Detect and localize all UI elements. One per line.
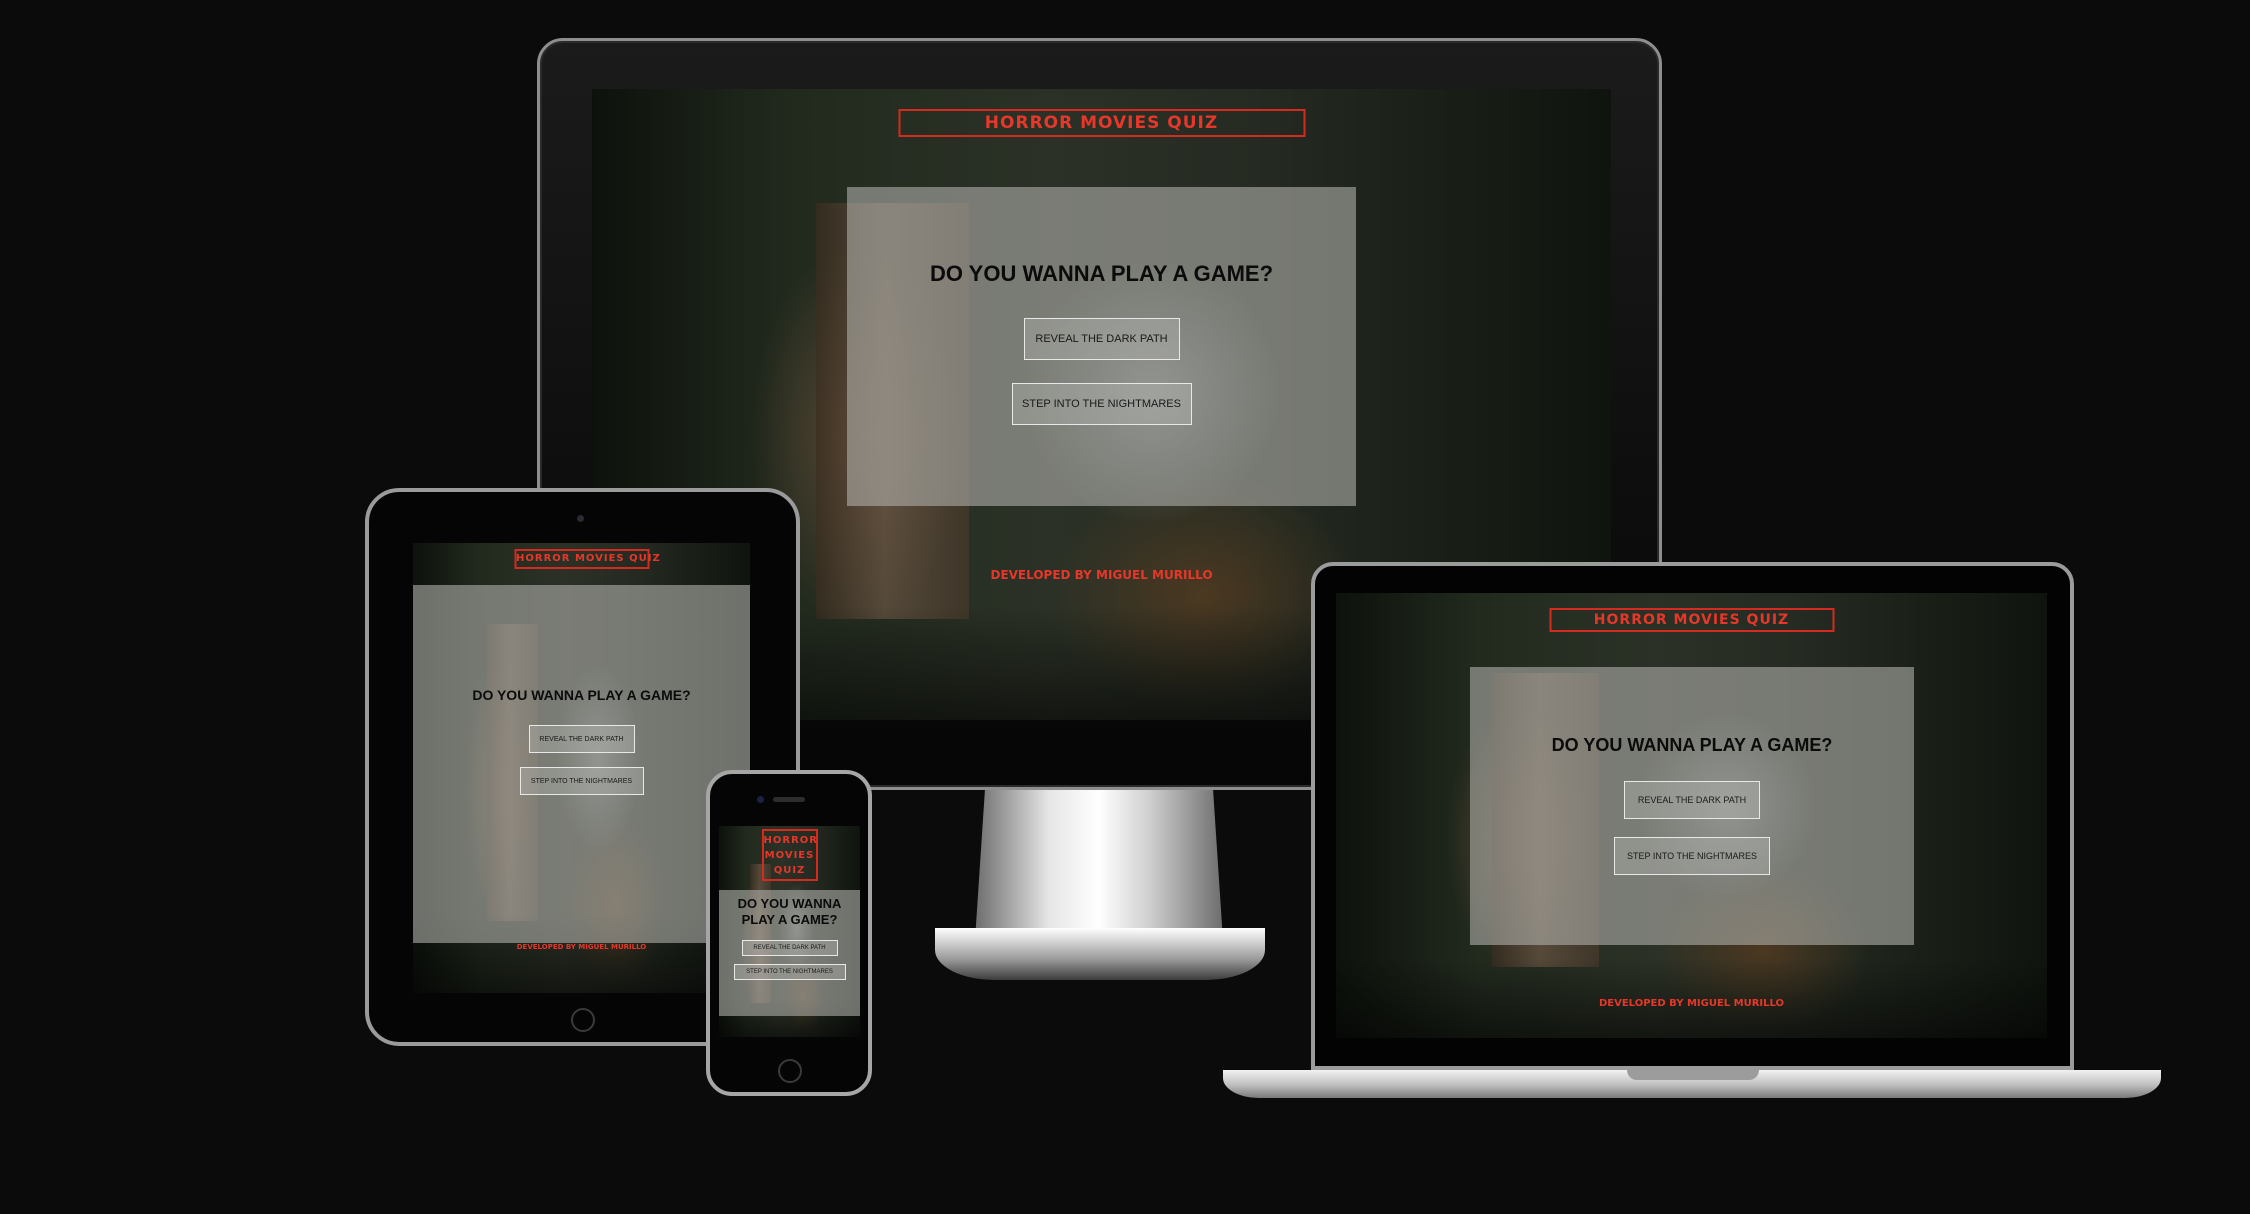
laptop-notch <box>1627 1070 1759 1080</box>
reveal-dark-path-button[interactable]: REVEAL THE DARK PATH <box>1624 781 1760 819</box>
footer-credit: DEVELOPED BY MIGUEL MURILLO <box>516 943 647 951</box>
camera-icon <box>577 515 584 522</box>
step-into-nightmares-button[interactable]: STEP INTO THE NIGHTMARES <box>1614 837 1770 875</box>
step-into-nightmares-button[interactable]: STEP INTO THE NIGHTMARES <box>1011 383 1192 425</box>
quiz-heading: DO YOU WANNA PLAY A GAME? <box>1551 735 1833 755</box>
quiz-heading: DO YOU WANNA PLAY A GAME? <box>719 896 860 928</box>
reveal-dark-path-button[interactable]: REVEAL THE DARK PATH <box>741 940 838 956</box>
quiz-card: DO YOU WANNA PLAY A GAME? REVEAL THE DAR… <box>1470 667 1914 945</box>
site-title: HORROR MOVIES QUIZ <box>1549 608 1834 632</box>
home-button-icon <box>778 1059 802 1083</box>
quiz-card: DO YOU WANNA PLAY A GAME? REVEAL THE DAR… <box>847 187 1356 506</box>
quiz-card: DO YOU WANNA PLAY A GAME? REVEAL THE DAR… <box>413 585 750 943</box>
reveal-dark-path-button[interactable]: REVEAL THE DARK PATH <box>528 725 635 753</box>
quiz-heading: DO YOU WANNA PLAY A GAME? <box>472 687 691 703</box>
reveal-dark-path-button[interactable]: REVEAL THE DARK PATH <box>1023 318 1180 360</box>
footer-credit: DEVELOPED BY MIGUEL MURILLO <box>1598 998 1785 1009</box>
site-title: HORROR MOVIES QUIZ <box>898 109 1305 137</box>
monitor-stand <box>975 790 1223 940</box>
quiz-heading: DO YOU WANNA PLAY A GAME? <box>929 261 1274 286</box>
site-title: HORROR MOVIES QUIZ <box>761 829 818 881</box>
quiz-card: DO YOU WANNA PLAY A GAME? REVEAL THE DAR… <box>719 890 860 1016</box>
tablet-screen: HORROR MOVIES QUIZ DO YOU WANNA PLAY A G… <box>413 543 750 993</box>
step-into-nightmares-button[interactable]: STEP INTO THE NIGHTMARES <box>519 767 644 795</box>
site-title-line: HORROR <box>763 835 818 846</box>
monitor-base <box>935 928 1265 980</box>
speaker-icon <box>773 797 805 802</box>
site-title-line: MOVIES <box>764 850 815 861</box>
home-button-icon <box>571 1008 595 1032</box>
phone-screen: HORROR MOVIES QUIZ DO YOU WANNA PLAY A G… <box>719 826 860 1037</box>
site-title: HORROR MOVIES QUIZ <box>514 549 660 569</box>
laptop-screen: HORROR MOVIES QUIZ DO YOU WANNA PLAY A G… <box>1336 593 2047 1038</box>
site-title-line: QUIZ <box>773 865 806 876</box>
quiz-heading-line: PLAY A GAME? <box>741 912 838 927</box>
footer-credit: DEVELOPED BY MIGUEL MURILLO <box>990 568 1213 582</box>
camera-icon <box>757 796 764 803</box>
quiz-heading-line: DO YOU WANNA <box>737 896 842 911</box>
step-into-nightmares-button[interactable]: STEP INTO THE NIGHTMARES <box>733 964 846 980</box>
